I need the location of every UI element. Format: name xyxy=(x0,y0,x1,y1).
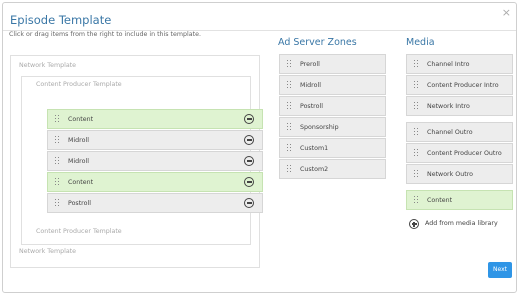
template-item[interactable]: Midroll xyxy=(47,151,263,171)
ad-server-zones-heading: Ad Server Zones xyxy=(278,37,357,48)
drag-handle-icon[interactable] xyxy=(287,102,291,110)
content-producer-template-top-label: Content Producer Template xyxy=(36,81,122,88)
template-item-label: Content xyxy=(68,116,94,123)
drag-handle-icon[interactable] xyxy=(414,60,418,68)
drag-handle-icon[interactable] xyxy=(414,149,418,157)
ad-zone-item[interactable]: Postroll xyxy=(279,96,386,116)
dialog-title: Episode Template xyxy=(10,13,112,27)
media-item-label: Network Intro xyxy=(427,103,470,110)
template-item[interactable]: Postroll xyxy=(47,193,263,213)
ad-zone-item[interactable]: Custom2 xyxy=(279,159,386,179)
media-item-label: Channel Intro xyxy=(427,61,470,68)
content-producer-template-bottom-label: Content Producer Template xyxy=(36,228,122,235)
template-item-label: Content xyxy=(68,179,94,186)
drag-handle-icon[interactable] xyxy=(55,136,59,144)
drag-handle-icon[interactable] xyxy=(414,102,418,110)
drag-handle-icon[interactable] xyxy=(55,199,59,207)
media-item-label: Content Producer Intro xyxy=(427,82,499,89)
ad-zone-item-label: Preroll xyxy=(300,61,320,68)
ad-zone-item-label: Sponsorship xyxy=(300,124,339,131)
drag-handle-icon[interactable] xyxy=(414,81,418,89)
media-item-label: Content Producer Outro xyxy=(427,150,502,157)
drag-handle-icon[interactable] xyxy=(287,165,291,173)
remove-icon[interactable] xyxy=(244,135,254,145)
media-item[interactable]: Network Intro xyxy=(406,96,513,116)
media-item[interactable]: Content Producer Outro xyxy=(406,143,513,163)
drag-handle-icon[interactable] xyxy=(414,170,418,178)
plus-circle-icon xyxy=(409,219,419,229)
template-item-label: Postroll xyxy=(68,200,91,207)
ad-zone-item[interactable]: Preroll xyxy=(279,54,386,74)
network-template-bottom-label: Network Template xyxy=(19,248,77,255)
template-item[interactable]: Content xyxy=(47,109,263,129)
remove-icon[interactable] xyxy=(244,114,254,124)
drag-handle-icon[interactable] xyxy=(55,178,59,186)
media-item[interactable]: Channel Outro xyxy=(406,122,513,142)
ad-zone-item-label: Custom1 xyxy=(300,145,329,152)
network-template-top-label: Network Template xyxy=(19,62,77,69)
media-item-label: Channel Outro xyxy=(427,129,473,136)
remove-icon[interactable] xyxy=(244,198,254,208)
drag-handle-icon[interactable] xyxy=(414,196,418,204)
ad-zone-item[interactable]: Midroll xyxy=(279,75,386,95)
template-item[interactable]: Midroll xyxy=(47,130,263,150)
drag-handle-icon[interactable] xyxy=(414,128,418,136)
drag-handle-icon[interactable] xyxy=(55,157,59,165)
ad-zone-item[interactable]: Custom1 xyxy=(279,138,386,158)
ad-zone-item-label: Postroll xyxy=(300,103,323,110)
template-item-label: Midroll xyxy=(68,137,89,144)
media-item[interactable]: Content xyxy=(406,190,513,210)
ad-zone-item-label: Midroll xyxy=(300,82,321,89)
media-item-label: Content xyxy=(427,197,453,204)
close-icon[interactable]: × xyxy=(502,6,511,19)
drag-handle-icon[interactable] xyxy=(55,115,59,123)
template-item[interactable]: Content xyxy=(47,172,263,192)
ad-zone-item[interactable]: Sponsorship xyxy=(279,117,386,137)
media-heading: Media xyxy=(406,37,435,48)
media-item-label: Network Outro xyxy=(427,171,474,178)
media-item[interactable]: Channel Intro xyxy=(406,54,513,74)
ad-zone-item-label: Custom2 xyxy=(300,166,329,173)
media-item[interactable]: Content Producer Intro xyxy=(406,75,513,95)
instructions-text: Click or drag items from the right to in… xyxy=(9,31,201,38)
remove-icon[interactable] xyxy=(244,177,254,187)
add-from-media-library-label: Add from media library xyxy=(425,220,498,227)
drag-handle-icon[interactable] xyxy=(287,144,291,152)
media-item[interactable]: Network Outro xyxy=(406,164,513,184)
drag-handle-icon[interactable] xyxy=(287,123,291,131)
template-item-label: Midroll xyxy=(68,158,89,165)
remove-icon[interactable] xyxy=(244,156,254,166)
next-button[interactable]: Next xyxy=(488,262,512,278)
drag-handle-icon[interactable] xyxy=(287,60,291,68)
drag-handle-icon[interactable] xyxy=(287,81,291,89)
